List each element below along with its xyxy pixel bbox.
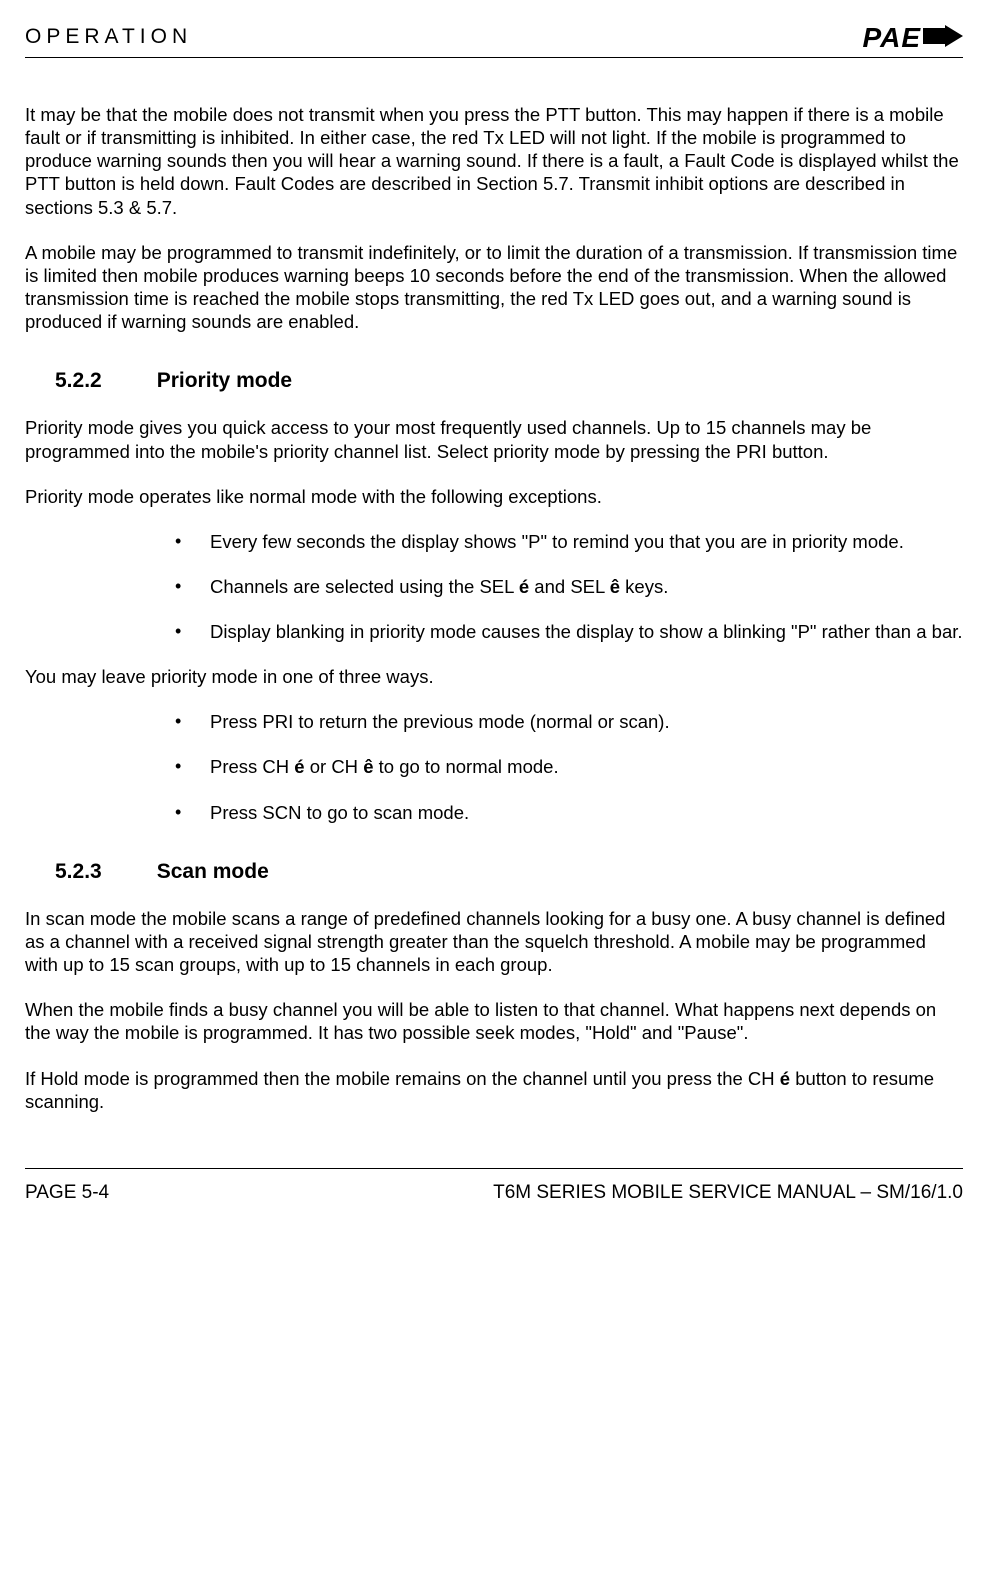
logo-text: PAE [863, 20, 922, 55]
up-arrow-icon: é [519, 576, 529, 597]
body-paragraph: When the mobile finds a busy channel you… [25, 998, 963, 1044]
list-text: Channels are selected using the SEL [210, 576, 519, 597]
section-heading-523: 5.2.3 Scan mode [25, 859, 963, 885]
body-paragraph: Priority mode gives you quick access to … [25, 416, 963, 462]
page-header: OPERATION PAE [25, 20, 963, 58]
list-text: Display blanking in priority mode causes… [210, 621, 963, 642]
up-arrow-icon: é [780, 1068, 790, 1089]
list-text: keys. [620, 576, 668, 597]
list-text: Press CH [210, 756, 294, 777]
body-text: If Hold mode is programmed then the mobi… [25, 1068, 780, 1089]
section-heading-522: 5.2.2 Priority mode [25, 368, 963, 394]
body-paragraph: You may leave priority mode in one of th… [25, 665, 963, 688]
body-paragraph: A mobile may be programmed to transmit i… [25, 241, 963, 334]
list-item: Display blanking in priority mode causes… [175, 620, 963, 643]
up-arrow-icon: é [294, 756, 304, 777]
bullet-list: Press PRI to return the previous mode (n… [175, 710, 963, 823]
section-number: 5.2.3 [55, 859, 102, 885]
down-arrow-icon: ê [363, 756, 373, 777]
footer-page-number: PAGE 5-4 [25, 1181, 109, 1205]
footer-manual-id: T6M SERIES MOBILE SERVICE MANUAL – SM/16… [493, 1181, 963, 1205]
section-title: Priority mode [157, 369, 292, 392]
body-paragraph: Priority mode operates like normal mode … [25, 485, 963, 508]
list-item: Every few seconds the display shows "P" … [175, 530, 963, 553]
list-text: Every few seconds the display shows "P" … [210, 531, 904, 552]
bullet-list: Every few seconds the display shows "P" … [175, 530, 963, 643]
list-text: Press PRI to return the previous mode (n… [210, 711, 670, 732]
list-item: Press CH é or CH ê to go to normal mode. [175, 755, 963, 778]
logo-arrow-icon [923, 20, 963, 55]
list-text: or CH [305, 756, 364, 777]
body-paragraph: In scan mode the mobile scans a range of… [25, 907, 963, 976]
list-item: Press SCN to go to scan mode. [175, 801, 963, 824]
header-title: OPERATION [25, 24, 192, 50]
list-item: Channels are selected using the SEL é an… [175, 575, 963, 598]
list-text: and SEL [529, 576, 610, 597]
down-arrow-icon: ê [610, 576, 620, 597]
body-paragraph: If Hold mode is programmed then the mobi… [25, 1067, 963, 1113]
section-title: Scan mode [157, 860, 269, 883]
page-footer: PAGE 5-4 T6M SERIES MOBILE SERVICE MANUA… [25, 1168, 963, 1205]
section-number: 5.2.2 [55, 368, 102, 394]
logo: PAE [863, 20, 964, 55]
list-text: to go to normal mode. [373, 756, 558, 777]
body-paragraph: It may be that the mobile does not trans… [25, 103, 963, 219]
list-item: Press PRI to return the previous mode (n… [175, 710, 963, 733]
list-text: Press SCN to go to scan mode. [210, 802, 469, 823]
